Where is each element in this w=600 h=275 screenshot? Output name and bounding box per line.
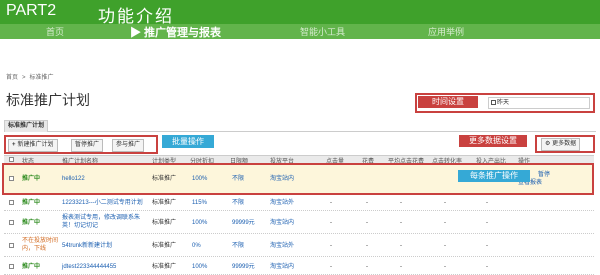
row-status: 推广中: [22, 200, 41, 206]
row-avg-cpc: -: [400, 220, 402, 226]
row-cvr: -: [444, 264, 446, 270]
top-header: PART2 功能介绍: [0, 0, 600, 26]
row-discount[interactable]: 0%: [192, 242, 201, 250]
row-plan-name[interactable]: 报表测试专用，修改调联系朱英！切记切记: [62, 214, 146, 230]
part-label: PART2: [6, 2, 57, 19]
row-avg-cpc: -: [400, 243, 402, 249]
table-row: 不在投放时间内，下线 54trunk新新建计划 标准推广 0% 不限 淘宝站外 …: [4, 235, 594, 257]
row-plan-name[interactable]: 12233213---小二测试专用计划: [62, 199, 143, 207]
row-roi: -: [486, 264, 488, 270]
new-plan-button[interactable]: + 新建推广计划: [8, 139, 58, 152]
date-range-value: 昨天: [497, 100, 510, 106]
tab-bar: 标准推广计划: [4, 120, 596, 132]
row-clicks: -: [330, 220, 332, 226]
new-plan-label: 新建推广计划: [17, 142, 54, 148]
nav-item-examples[interactable]: 应用举例: [428, 25, 464, 38]
table-row: 推广中 jdtest223344444455 标准推广 100% 99999元 …: [4, 258, 594, 275]
row-checkbox[interactable]: [9, 264, 14, 269]
row-type: 标准推广: [152, 243, 177, 249]
row-plan-name[interactable]: jdtest223344444455: [62, 263, 116, 271]
callout-batch-operation: 批量操作: [162, 135, 214, 148]
row-clicks: -: [330, 264, 332, 270]
callout-row-operation: 每条推广操作: [458, 170, 530, 182]
nav-item-home[interactable]: 首页: [46, 25, 64, 38]
row-cost: -: [366, 200, 368, 206]
tab-standard-plan[interactable]: 标准推广计划: [4, 120, 48, 132]
row-platform[interactable]: 淘宝站外: [270, 199, 294, 207]
more-data-button[interactable]: ⚙ 更多数据: [541, 138, 581, 151]
table-header: 状态 推广计划名称 计划类型 分时折扣 日限额 投放平台 点击量 花费 平均点击…: [4, 155, 594, 165]
table-row: 推广中 报表测试专用，修改调联系朱英！切记切记 标准推广 100% 99999元…: [4, 212, 594, 234]
callout-time-setting: 时间设置: [418, 96, 478, 108]
row-roi: -: [486, 220, 488, 226]
calendar-icon: [491, 100, 496, 105]
row-roi: -: [486, 200, 488, 206]
row-status: 推广中: [22, 220, 41, 226]
row-checkbox[interactable]: [9, 220, 14, 225]
nav-item-promotion[interactable]: ▶ 推广管理与报表: [130, 24, 221, 40]
row-limit[interactable]: 不限: [232, 199, 244, 207]
row-clicks: -: [330, 243, 332, 249]
gear-icon: ⚙: [545, 141, 551, 147]
join-button[interactable]: 参与推广: [112, 139, 145, 152]
breadcrumb-current: 标准推广: [29, 75, 54, 81]
row-roi: -: [486, 243, 488, 249]
row-avg-cpc: -: [400, 200, 402, 206]
row-cost: -: [366, 243, 368, 249]
row-cost: -: [366, 264, 368, 270]
row-cvr: -: [444, 243, 446, 249]
pause-button[interactable]: 暂停推广: [71, 139, 104, 152]
row-discount[interactable]: 100%: [192, 219, 207, 227]
nav-item-tools[interactable]: 智能小工具: [300, 25, 345, 38]
row-platform[interactable]: 淘宝站外: [270, 242, 294, 250]
row-checkbox[interactable]: [9, 200, 14, 205]
row-discount[interactable]: 115%: [192, 199, 207, 207]
row-cvr: -: [444, 220, 446, 226]
callout-more-data: 更多数据设置: [459, 135, 527, 147]
row-plan-name[interactable]: 54trunk新新建计划: [62, 242, 112, 250]
row-status: 推广中: [22, 264, 41, 270]
date-range-select[interactable]: 昨天: [488, 97, 590, 109]
row-clicks: -: [330, 200, 332, 206]
row-limit[interactable]: 不限: [232, 242, 244, 250]
table-row: 推广中 12233213---小二测试专用计划 标准推广 115% 不限 淘宝站…: [4, 195, 594, 211]
row-limit[interactable]: 99999元: [232, 219, 255, 227]
row-status: 不在投放时间内，下线: [22, 238, 59, 252]
row-cvr: -: [444, 200, 446, 206]
row-type: 标准推广: [152, 220, 177, 226]
row-discount[interactable]: 100%: [192, 263, 207, 271]
row-platform[interactable]: 淘宝站内: [270, 219, 294, 227]
plus-icon: +: [12, 142, 16, 148]
row-avg-cpc: -: [400, 264, 402, 270]
row-cost: -: [366, 220, 368, 226]
row-platform[interactable]: 淘宝站内: [270, 263, 294, 271]
select-all-checkbox[interactable]: [9, 157, 14, 162]
more-data-label: 更多数据: [552, 141, 577, 147]
row-checkbox[interactable]: [9, 243, 14, 248]
page-title: 标准推广计划: [6, 92, 90, 108]
row-limit[interactable]: 99999元: [232, 263, 255, 271]
breadcrumb-home[interactable]: 首页: [6, 75, 18, 81]
row-type: 标准推广: [152, 264, 177, 270]
breadcrumb-sep: >: [22, 75, 26, 81]
breadcrumb: 首页 > 标准推广: [6, 72, 58, 81]
main-nav: 首页 ▶ 推广管理与报表 智能小工具 应用举例: [0, 24, 600, 39]
row-type: 标准推广: [152, 200, 177, 206]
